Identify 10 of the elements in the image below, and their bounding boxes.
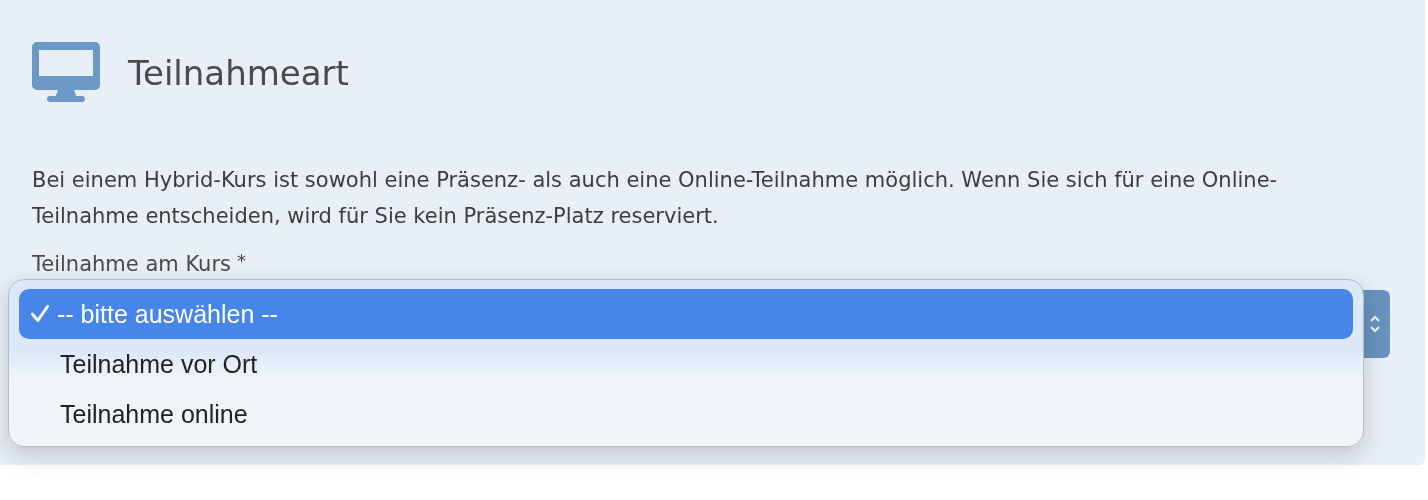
dropdown-option[interactable]: Teilnahme vor Ort — [19, 339, 1353, 389]
checkmark-icon — [29, 303, 51, 325]
section-title: Teilnahmeart — [128, 53, 349, 93]
dropdown-option[interactable]: Teilnahme online — [19, 389, 1353, 439]
monitor-icon — [32, 42, 100, 104]
dropdown-option[interactable]: -- bitte auswählen -- — [19, 289, 1353, 339]
field-label: Teilnahme am Kurs — [32, 252, 231, 276]
description-text: Bei einem Hybrid-Kurs ist sowohl eine Präsenz- als auch eine Online-Teilnahme möglich. Wenn Sie sich für eine Online-Teilnahme entscheiden, wird für Sie kein Präsenz-Platz reserviert. — [32, 167, 1279, 230]
required-mark: * — [237, 252, 246, 273]
chevron-icon — [1369, 314, 1381, 334]
